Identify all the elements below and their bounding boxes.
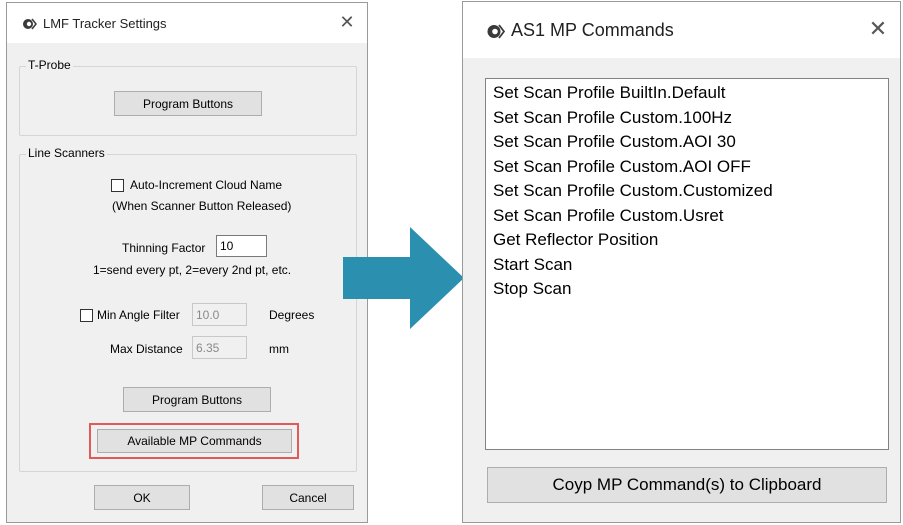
cancel-button[interactable]: Cancel bbox=[262, 485, 354, 510]
settings-close-icon[interactable]: ✕ bbox=[337, 13, 357, 31]
arrow-right-icon bbox=[343, 227, 464, 329]
auto-increment-subtitle: (When Scanner Button Released) bbox=[112, 199, 292, 213]
mp-commands-listbox[interactable]: Set Scan Profile BuiltIn.Default Set Sca… bbox=[485, 78, 889, 450]
max-distance-unit: mm bbox=[269, 342, 289, 356]
min-angle-filter-unit: Degrees bbox=[269, 308, 315, 322]
tprobe-program-buttons-button[interactable]: Program Buttons bbox=[114, 91, 262, 116]
list-item[interactable]: Start Scan bbox=[493, 253, 572, 278]
thinning-factor-input[interactable]: 10 bbox=[216, 235, 267, 257]
list-item[interactable]: Get Reflector Position bbox=[493, 228, 658, 253]
as1-mp-commands-dialog: AS1 MP Commands ✕ Set Scan Profile Built… bbox=[462, 1, 901, 523]
auto-increment-checkbox[interactable] bbox=[111, 179, 124, 192]
list-item[interactable]: Stop Scan bbox=[493, 277, 571, 302]
settings-window-title: LMF Tracker Settings bbox=[43, 16, 167, 31]
commands-titlebar: AS1 MP Commands ✕ bbox=[463, 2, 900, 58]
auto-increment-label: Auto-Increment Cloud Name bbox=[130, 178, 283, 192]
thinning-factor-label: Thinning Factor bbox=[122, 241, 206, 255]
list-item[interactable]: Set Scan Profile Custom.Customized bbox=[493, 179, 773, 204]
list-item[interactable]: Set Scan Profile BuiltIn.Default bbox=[493, 81, 725, 106]
min-angle-filter-label: Min Angle Filter bbox=[97, 308, 180, 322]
list-item[interactable]: Set Scan Profile Custom.Usret bbox=[493, 204, 724, 229]
tprobe-group: T-Probe Program Buttons bbox=[19, 58, 357, 136]
min-angle-filter-input[interactable]: 10.0 bbox=[192, 303, 247, 326]
lmf-tracker-settings-dialog: LMF Tracker Settings ✕ T-Probe Program B… bbox=[6, 2, 368, 523]
max-distance-input[interactable]: 6.35 bbox=[192, 336, 247, 359]
min-angle-filter-checkbox[interactable] bbox=[80, 309, 93, 322]
thinning-factor-hint: 1=send every pt, 2=every 2nd pt, etc. bbox=[93, 263, 292, 277]
copy-commands-button[interactable]: Coyp MP Command(s) to Clipboard bbox=[487, 467, 887, 503]
list-item[interactable]: Set Scan Profile Custom.100Hz bbox=[493, 106, 732, 131]
commands-window-title: AS1 MP Commands bbox=[511, 20, 674, 40]
settings-titlebar: LMF Tracker Settings ✕ bbox=[7, 3, 367, 43]
tracker-app-icon bbox=[23, 18, 37, 30]
line-scanners-group: Line Scanners Auto-Increment Cloud Name … bbox=[19, 146, 357, 472]
list-item[interactable]: Set Scan Profile Custom.AOI 30 bbox=[493, 130, 736, 155]
list-item[interactable]: Set Scan Profile Custom.AOI OFF bbox=[493, 155, 751, 180]
ok-button[interactable]: OK bbox=[94, 485, 190, 510]
available-mp-commands-button[interactable]: Available MP Commands bbox=[97, 429, 292, 453]
tprobe-legend: T-Probe bbox=[26, 58, 73, 72]
line-scanners-legend: Line Scanners bbox=[26, 146, 107, 160]
tracker-app-icon bbox=[487, 24, 505, 39]
max-distance-label: Max Distance bbox=[110, 342, 183, 356]
commands-close-icon[interactable]: ✕ bbox=[866, 18, 890, 40]
scanner-program-buttons-button[interactable]: Program Buttons bbox=[123, 387, 271, 412]
